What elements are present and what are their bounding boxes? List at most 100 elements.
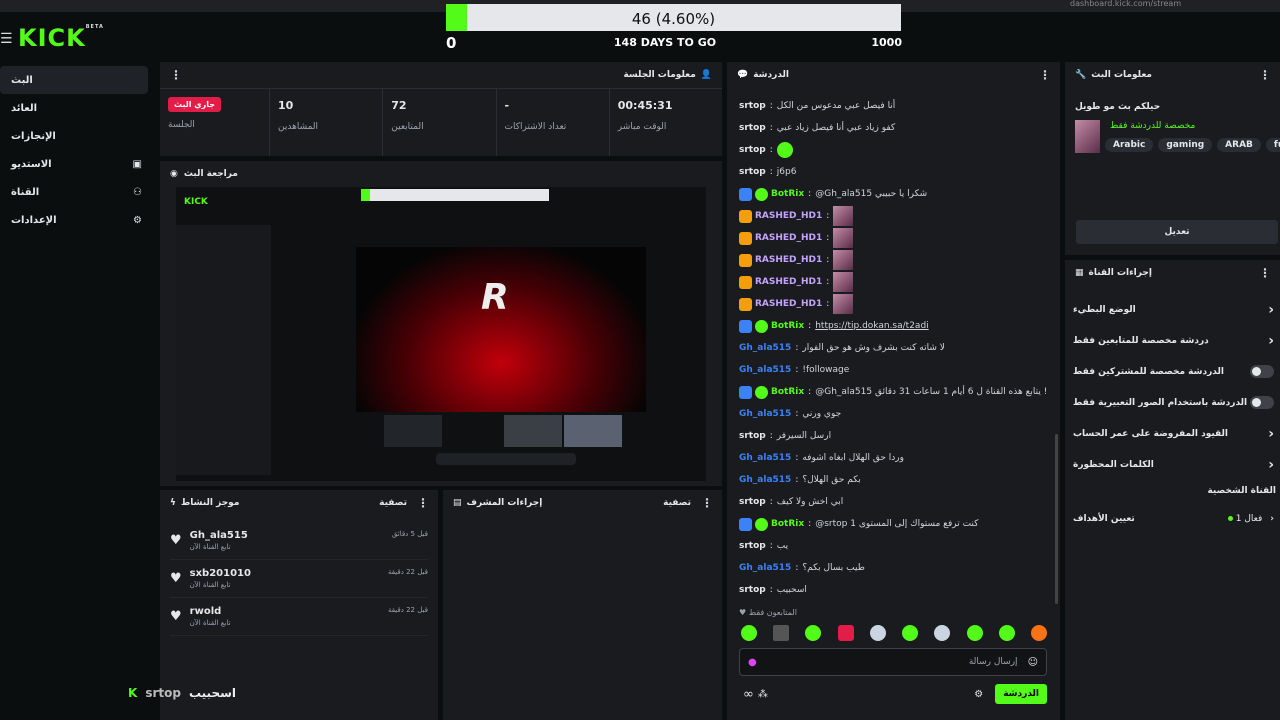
- tag-chip[interactable]: ARAB: [1217, 138, 1261, 152]
- emote-icon[interactable]: [1030, 625, 1047, 641]
- emote-icon[interactable]: [934, 625, 951, 641]
- chat-username[interactable]: Gh_ala515: [739, 343, 791, 353]
- channel-action-row[interactable]: الكلمات المحظورة ›: [1065, 449, 1280, 480]
- sidebar-item[interactable]: الاستديو ▣: [0, 150, 150, 178]
- chevron-right-icon: ›: [1270, 513, 1274, 524]
- tag-chip[interactable]: gaming: [1158, 138, 1213, 152]
- activity-title: موجز النشاط: [180, 498, 240, 508]
- chat-username[interactable]: srtop: [739, 123, 766, 133]
- goal-label: 46 (4.60%): [631, 10, 716, 28]
- preview-video[interactable]: KICK R: [176, 187, 706, 481]
- activity-time: قبل 22 دقيقة: [387, 568, 428, 576]
- chat-colon: :: [795, 563, 799, 573]
- chat-username[interactable]: RASHED_HD1: [755, 277, 822, 287]
- chat-username[interactable]: RASHED_HD1: [755, 299, 822, 309]
- mod-filter[interactable]: تصفية: [663, 498, 691, 508]
- users-icon[interactable]: ⁂: [758, 689, 768, 700]
- emote-icon[interactable]: [998, 625, 1015, 641]
- category-name[interactable]: مخصصة للدردشة فقط: [1110, 121, 1195, 131]
- chat-username[interactable]: Gh_ala515: [739, 365, 791, 375]
- sidebar-item[interactable]: الإعدادات ⚙: [0, 206, 150, 234]
- chat-message-text: أنا فيصل عبي مدعوس من الكل: [776, 101, 896, 111]
- emote-icon[interactable]: [773, 625, 790, 641]
- chat-username[interactable]: BotRix: [771, 321, 804, 331]
- emoji-icon[interactable]: ☺: [1028, 657, 1038, 668]
- followers-only-label: المتابعون فقط: [748, 608, 797, 617]
- chat-input-placeholder: إرسال رسالة: [968, 657, 1018, 667]
- emote-icon[interactable]: [837, 625, 854, 641]
- chat-message: Gh_ala515: وردا حق الهلال ابغاه اشوفه: [739, 447, 1049, 469]
- chat-username[interactable]: RASHED_HD1: [755, 255, 822, 265]
- chat-username[interactable]: srtop: [739, 585, 766, 595]
- infinity-icon[interactable]: ∞: [743, 687, 754, 702]
- chat-header: 💬 الدردشة ⋮: [727, 62, 1060, 88]
- chat-username[interactable]: Gh_ala515: [739, 563, 791, 573]
- emote-icon[interactable]: [805, 625, 822, 641]
- toggle-switch[interactable]: [1250, 365, 1274, 378]
- sidebar-item[interactable]: البث: [0, 66, 148, 94]
- heart-icon[interactable]: ♥: [170, 609, 182, 624]
- chat-username[interactable]: srtop: [739, 541, 766, 551]
- emote-icon[interactable]: [741, 625, 757, 641]
- dots-icon[interactable]: ⋮: [1039, 68, 1051, 82]
- chat-message: srtop: اسحبيب: [739, 579, 1049, 601]
- chat-username[interactable]: srtop: [739, 145, 766, 155]
- chat-username[interactable]: srtop: [739, 431, 766, 441]
- goals-row[interactable]: تعيين الأهداف فعال 1 ›: [1065, 503, 1280, 534]
- emote-icon[interactable]: [966, 625, 983, 641]
- tag-list: Arabic gaming ARAB funny: [1105, 138, 1280, 152]
- chat-username[interactable]: BotRix: [771, 387, 804, 397]
- chat-username[interactable]: Gh_ala515: [739, 453, 791, 463]
- chat-colon: :: [826, 211, 830, 221]
- edit-button[interactable]: تعديل: [1076, 220, 1278, 244]
- chat-message-text: !followage: [802, 365, 850, 375]
- kick-logo[interactable]: KICKBETA: [18, 24, 104, 52]
- channel-action-row[interactable]: الدردشة مخصصة للمشتركين فقط: [1065, 356, 1280, 387]
- mod-badge-icon: [739, 187, 752, 201]
- chat-username[interactable]: BotRix: [771, 519, 804, 529]
- heart-icon[interactable]: ♥: [170, 571, 182, 586]
- gear-icon[interactable]: ⚙: [974, 689, 983, 700]
- screen-icon: ▣: [132, 158, 142, 170]
- menu-icon[interactable]: ☰: [0, 31, 13, 47]
- chat-username[interactable]: srtop: [739, 167, 766, 177]
- dots-icon[interactable]: ⋮: [701, 496, 713, 510]
- channel-action-row[interactable]: دردشة مخصصة للمتابعين فقط ›: [1065, 325, 1280, 356]
- chat-send-button[interactable]: الدردشة: [995, 684, 1047, 704]
- chat-input[interactable]: ● إرسال رسالة ☺: [739, 648, 1047, 676]
- chat-message: Gh_ala515: بكم حق الهلال؟: [739, 469, 1049, 491]
- emote-icon[interactable]: [902, 625, 919, 641]
- verified-badge-icon: [755, 385, 768, 399]
- channel-action-row[interactable]: القيود المفروضة على عمر الحساب ›: [1065, 418, 1280, 449]
- tag-chip[interactable]: funny: [1265, 138, 1280, 152]
- chat-username[interactable]: srtop: [739, 497, 766, 507]
- channel-action-row[interactable]: الوضع البطيء ›: [1065, 294, 1280, 325]
- chat-scrollbar[interactable]: [1055, 434, 1058, 604]
- channel-action-row[interactable]: الدردشة باستخدام الصور التعبيرية فقط: [1065, 387, 1280, 418]
- chat-colon: :: [795, 343, 799, 353]
- chat-username[interactable]: RASHED_HD1: [755, 211, 822, 221]
- heart-icon[interactable]: ♥: [170, 533, 182, 548]
- dots-icon[interactable]: ⋮: [1259, 68, 1271, 82]
- tag-chip[interactable]: Arabic: [1105, 138, 1154, 152]
- chat-username[interactable]: Gh_ala515: [739, 475, 791, 485]
- dots-icon[interactable]: ⋮: [417, 496, 429, 510]
- mic-icon[interactable]: ●: [748, 657, 757, 668]
- chat-username[interactable]: srtop: [739, 101, 766, 111]
- activity-filter[interactable]: تصفية: [379, 498, 407, 508]
- dots-icon[interactable]: ⋮: [1259, 266, 1271, 280]
- chat-username[interactable]: BotRix: [771, 189, 804, 199]
- goal-min: 0: [446, 34, 457, 52]
- sidebar-item[interactable]: الإنجازات: [0, 122, 150, 150]
- chat-title: الدردشة: [753, 70, 789, 80]
- chat-username[interactable]: RASHED_HD1: [755, 233, 822, 243]
- sidebar-item[interactable]: القناة ⚇: [0, 178, 150, 206]
- dots-icon[interactable]: ⋮: [170, 68, 182, 82]
- chat-username[interactable]: Gh_ala515: [739, 409, 791, 419]
- toggle-switch[interactable]: [1250, 396, 1274, 409]
- sidebar-item[interactable]: العائد: [0, 94, 150, 122]
- chat-colon: :: [826, 277, 830, 287]
- mod-badge-icon: [739, 319, 752, 333]
- channel-action-label: الكلمات المحظورة: [1073, 459, 1154, 470]
- emote-icon[interactable]: [869, 625, 886, 641]
